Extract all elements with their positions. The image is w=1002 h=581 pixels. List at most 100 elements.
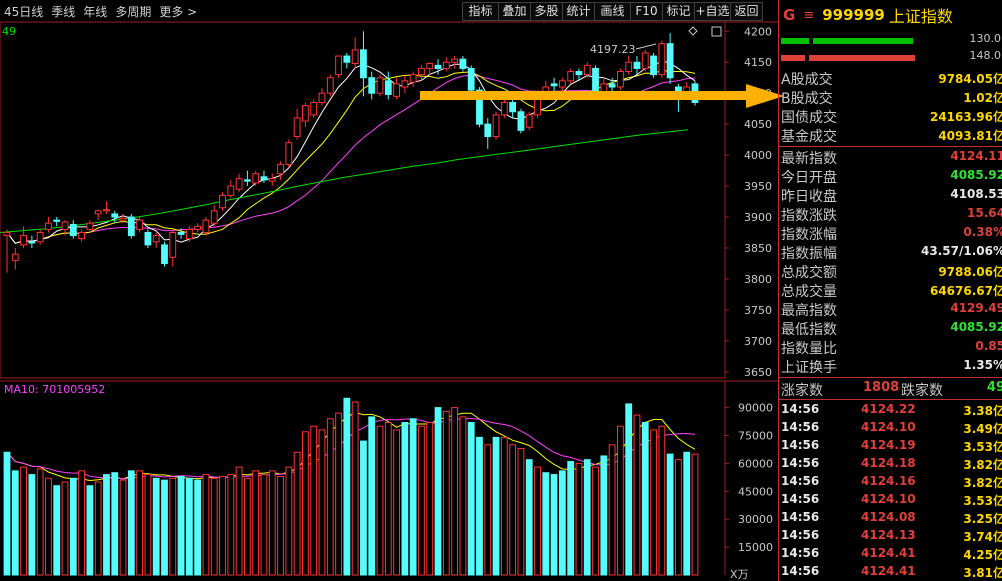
ma-indicator-label: 49	[2, 25, 16, 38]
quote-label: 最低指数	[781, 322, 837, 338]
candle	[94, 209, 102, 221]
tick-time: 14:56	[781, 402, 820, 416]
tick-volume: 3.53亿	[963, 494, 1002, 508]
volume-bar	[534, 466, 541, 576]
candle	[20, 226, 27, 248]
candle	[243, 170, 251, 187]
volume-bar	[326, 418, 334, 576]
advance-label: 涨家数	[781, 383, 823, 399]
turnover-label: A股成交	[781, 72, 833, 88]
volume-bar	[592, 466, 599, 576]
tick-row: 14:56 4124.16 3.82亿	[779, 474, 1002, 492]
tick-volume: 3.49亿	[963, 422, 1002, 436]
candle	[36, 229, 44, 245]
volume-bar	[492, 436, 500, 576]
quote-label: 昨日收盘	[781, 189, 837, 205]
volume-bar	[484, 444, 492, 576]
quote-value: 0.38%	[963, 225, 1002, 239]
tick-row: 14:56 4124.22 3.38亿	[779, 402, 1002, 420]
candle	[384, 71, 392, 100]
quote-label: 最新指数	[781, 151, 837, 167]
candle	[459, 56, 467, 72]
volume-bar	[310, 425, 318, 576]
quote-value: 43.57/1.06%	[921, 244, 1002, 258]
candle	[194, 223, 202, 233]
volume-bar	[144, 474, 152, 576]
volume-bar	[517, 448, 525, 576]
price-tick-label: 4100	[744, 87, 772, 100]
candle	[376, 74, 384, 97]
tick-time: 14:56	[781, 438, 820, 452]
volume-bar	[78, 470, 86, 576]
quote-value: 9788.06亿	[938, 265, 1002, 279]
volume-bar	[633, 414, 641, 576]
separator	[779, 377, 1002, 378]
bar-segment	[809, 55, 915, 61]
volume-indicator-label: MA10: 701005952	[4, 383, 105, 396]
price-tick-label: 3950	[744, 180, 772, 193]
candle	[11, 247, 19, 270]
volume-bar	[650, 429, 657, 576]
candle	[351, 37, 359, 69]
candle	[691, 80, 699, 106]
quote-row: 指数涨幅 0.38%	[779, 224, 1002, 243]
turnover-label: 国债成交	[781, 110, 837, 126]
volume-bar	[111, 472, 119, 576]
volume-bar	[243, 477, 251, 576]
candle	[127, 213, 135, 239]
volume-bar	[442, 410, 450, 576]
volume-bar	[434, 407, 442, 576]
volume-bar	[177, 475, 185, 576]
quote-row: 总成交量 64676.67亿	[779, 281, 1002, 300]
kline-chart[interactable]: 4200 4150 4100 4050 4000 3950 3900 3850 3800 3750…	[0, 0, 778, 581]
candle	[53, 217, 61, 227]
quote-value: 4085.92	[950, 320, 1002, 334]
tick-row: 14:56 4124.41 4.25亿	[779, 546, 1002, 564]
volume-bar	[525, 459, 533, 576]
volume-bar	[608, 444, 616, 576]
candle	[675, 83, 682, 112]
price-tick-label: 3800	[744, 273, 772, 286]
price-axis: 4200 4150 4100 4050 4000 3950 3900 3850 3800 3750…	[725, 25, 772, 379]
candle	[285, 139, 293, 168]
volume-bar	[185, 477, 193, 576]
volume-bar	[69, 477, 77, 576]
volume-bar	[542, 472, 550, 576]
security-code: 999999	[822, 6, 885, 24]
volume-bar	[277, 475, 284, 576]
g-icon[interactable]: G	[783, 6, 795, 24]
candle	[409, 71, 417, 88]
candle	[534, 93, 541, 118]
candle	[360, 31, 367, 97]
quote-label: 最高指数	[781, 303, 837, 319]
candle	[144, 229, 152, 248]
quote-row: 指数涨跌 15.64	[779, 205, 1002, 224]
volume-bar	[119, 479, 127, 576]
volume-ma5-line	[6, 411, 696, 482]
volume-bar	[45, 477, 52, 576]
volume-bar	[393, 429, 400, 576]
tick-time: 14:56	[781, 528, 820, 542]
candle	[161, 241, 168, 267]
price-tick-label: 3750	[744, 304, 772, 317]
price-tick-label: 3700	[744, 335, 772, 348]
menu-icon[interactable]: ≡	[803, 8, 814, 23]
volume-bar	[401, 421, 409, 576]
volume-bar	[575, 462, 583, 576]
security-name: 上证指数	[888, 7, 953, 26]
candle	[401, 75, 409, 94]
price-tick-label: 3650	[744, 366, 772, 379]
tick-price: 4124.18	[861, 456, 916, 470]
candle	[343, 52, 351, 69]
candle	[28, 235, 36, 248]
volume-tick-label: 45000	[738, 485, 773, 498]
price-tick-label: 4150	[744, 56, 772, 69]
tick-volume: 4.25亿	[963, 548, 1002, 562]
tick-row: 14:56 4124.19 3.53亿	[779, 438, 1002, 456]
candle	[525, 111, 533, 131]
quote-row: 最高指数 4129.49	[779, 300, 1002, 319]
tick-volume: 3.74亿	[963, 530, 1002, 544]
tick-row: 14:56 4124.41 3.81亿	[779, 564, 1002, 581]
tick-price: 4124.22	[861, 402, 916, 416]
tick-price: 4124.10	[861, 492, 916, 506]
